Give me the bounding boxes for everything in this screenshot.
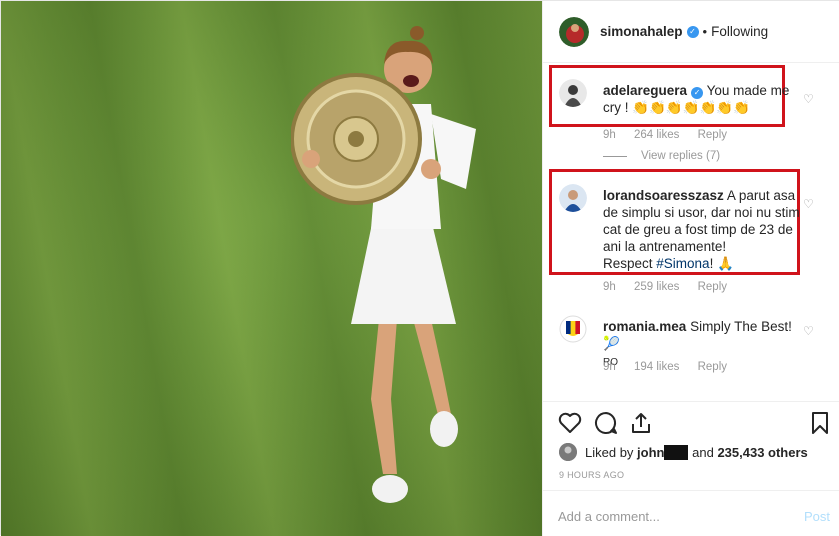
likes-count-link[interactable]: 235,433 others xyxy=(717,445,807,460)
post-action-bar xyxy=(543,401,839,441)
post-header: simonahalep ✓ • Following xyxy=(543,1,839,63)
add-comment-bar: Add a comment... Post xyxy=(543,490,839,536)
comment-likes[interactable]: 264 likes xyxy=(634,129,679,141)
comment-text: lorandsoaresszasz A parut asa de simplu … xyxy=(603,187,801,272)
commenter-avatar[interactable] xyxy=(559,184,587,212)
bookmark-icon[interactable] xyxy=(807,410,833,436)
author-username[interactable]: simonahalep xyxy=(600,24,683,39)
comment-time: 9h xyxy=(603,281,616,293)
comment-item: lorandsoaresszasz A parut asa de simplu … xyxy=(559,184,829,294)
like-comment-heart-icon[interactable]: ♡ xyxy=(803,198,815,210)
reply-button[interactable]: Reply xyxy=(698,281,727,293)
view-replies-button[interactable]: View replies (7) xyxy=(603,150,720,162)
replies-divider xyxy=(603,155,627,157)
comment-meta: 9h 264 likes Reply xyxy=(603,129,742,141)
comments-list: adelareguera ✓ You made me cry ! 👏👏👏👏👏👏👏 … xyxy=(543,63,839,400)
hashtag-link[interactable]: #Simona xyxy=(656,256,709,271)
author-avatar[interactable] xyxy=(559,16,589,47)
liked-by-prefix: Liked by xyxy=(585,444,634,460)
like-comment-heart-icon[interactable]: ♡ xyxy=(803,325,815,337)
player-with-trophy-illustration xyxy=(291,26,476,503)
reply-button[interactable]: Reply xyxy=(698,361,727,373)
follow-status-button[interactable]: Following xyxy=(711,24,768,39)
comment-body-suffix: ! 🙏 xyxy=(709,256,734,271)
liker-avatar[interactable] xyxy=(559,443,577,461)
comment-time: 9h xyxy=(603,129,616,141)
view-replies-label: View replies (7) xyxy=(641,150,721,162)
like-comment-heart-icon[interactable]: ♡ xyxy=(803,93,815,105)
liked-by-connector: and xyxy=(692,444,714,460)
verified-badge-icon: ✓ xyxy=(686,25,699,38)
comment-time: 9h xyxy=(603,361,616,373)
verified-badge-icon: ✓ xyxy=(691,87,704,99)
instagram-post: simonahalep ✓ • Following adelareguera ✓ … xyxy=(0,0,839,536)
liker-username[interactable]: john xyxy=(637,445,664,460)
comment-item: romania.mea Simply The Best!🎾 RO ♡ 9h 19… xyxy=(559,315,829,385)
likes-summary: Liked by john and 235,433 others xyxy=(559,441,839,463)
add-comment-input[interactable]: Add a comment... xyxy=(558,509,660,524)
commenter-avatar[interactable] xyxy=(559,79,587,107)
comment-likes[interactable]: 194 likes xyxy=(634,361,679,373)
comment-username[interactable]: adelareguera xyxy=(603,83,687,98)
comment-likes[interactable]: 259 likes xyxy=(634,281,679,293)
comment-item: adelareguera ✓ You made me cry ! 👏👏👏👏👏👏👏 … xyxy=(559,79,829,169)
comment-text: adelareguera ✓ You made me cry ! 👏👏👏👏👏👏👏 xyxy=(603,82,801,116)
post-photo[interactable] xyxy=(1,1,542,536)
share-icon[interactable] xyxy=(628,410,654,436)
header-separator: • xyxy=(702,24,708,39)
reply-button[interactable]: Reply xyxy=(698,129,727,141)
post-timestamp: 9 HOURS AGO xyxy=(559,470,625,480)
comment-username[interactable]: lorandsoaresszasz xyxy=(603,188,724,203)
comment-username[interactable]: romania.mea xyxy=(603,319,686,334)
post-side-panel: simonahalep ✓ • Following adelareguera ✓ … xyxy=(542,1,839,536)
comment-body-suffix-prefix: Respect xyxy=(603,256,657,271)
commenter-avatar[interactable] xyxy=(559,315,587,343)
redaction-block xyxy=(664,444,689,460)
comment-meta: 9h 194 likes Reply xyxy=(603,361,742,373)
heart-icon[interactable] xyxy=(557,410,583,436)
comment-icon[interactable] xyxy=(593,410,619,436)
post-comment-button[interactable]: Post xyxy=(804,509,830,524)
comment-meta: 9h 259 likes Reply xyxy=(603,281,742,293)
